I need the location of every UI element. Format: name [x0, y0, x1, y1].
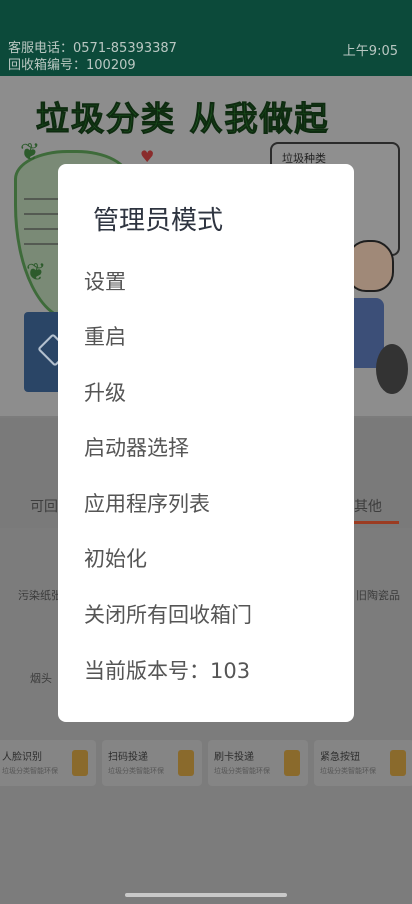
category-other[interactable]: 其他: [354, 496, 382, 516]
service-phone: 客服电话：0571-85393387: [8, 41, 177, 56]
emergency-button[interactable]: 紧急按钮 垃圾分类智能环保: [314, 740, 412, 786]
face-recognition-button[interactable]: 人脸识别 垃圾分类智能环保: [0, 740, 96, 786]
bin-number: 回收箱编号：100209: [8, 58, 136, 73]
phone-icon: [72, 750, 88, 776]
status-time: 上午9:05: [342, 44, 398, 59]
current-version: 当前版本号：103: [84, 659, 251, 683]
phone-icon: [284, 750, 300, 776]
leaf-icon: ❦: [26, 258, 47, 286]
card-swipe-label: 刷卡投递: [214, 752, 254, 763]
poster-title: 垃圾分类 从我做起: [36, 99, 330, 139]
menu-item-app-list[interactable]: 应用程序列表: [84, 488, 210, 518]
card-swipe-sub: 垃圾分类智能环保: [214, 767, 270, 775]
card-swipe-button[interactable]: 刷卡投递 垃圾分类智能环保: [208, 740, 308, 786]
grid-item-polluted-paper[interactable]: 污染纸张: [18, 587, 62, 603]
menu-item-launcher-select[interactable]: 启动器选择: [84, 432, 189, 462]
phone-icon: [178, 750, 194, 776]
phone-icon: [390, 750, 406, 776]
status-bar: 客服电话：0571-85393387 回收箱编号：100209 上午9:05: [0, 0, 412, 76]
grid-item-cigarette[interactable]: 烟头: [30, 670, 52, 686]
dialog-title: 管理员模式: [93, 206, 224, 236]
status-info: 客服电话：0571-85393387 回收箱编号：100209: [8, 40, 177, 74]
trash-bag-illustration: [376, 344, 408, 394]
face-recognition-sub: 垃圾分类智能环保: [2, 767, 58, 775]
menu-item-settings[interactable]: 设置: [84, 266, 126, 296]
leaf-icon: ❦: [20, 138, 41, 166]
home-indicator[interactable]: [125, 893, 287, 897]
emergency-sub: 垃圾分类智能环保: [320, 767, 376, 775]
menu-item-upgrade[interactable]: 升级: [84, 377, 126, 407]
menu-item-close-all-doors[interactable]: 关闭所有回收箱门: [84, 599, 252, 629]
grid-item-old-ceramics[interactable]: 旧陶瓷品: [356, 587, 400, 603]
admin-mode-dialog: 管理员模式 设置 重启 升级 启动器选择 应用程序列表 初始化 关闭所有回收箱门…: [58, 164, 354, 722]
scan-code-button[interactable]: 扫码投递 垃圾分类智能环保: [102, 740, 202, 786]
face-recognition-label: 人脸识别: [2, 752, 42, 763]
scan-code-label: 扫码投递: [108, 752, 148, 763]
emergency-label: 紧急按钮: [320, 752, 360, 763]
scan-code-sub: 垃圾分类智能环保: [108, 767, 164, 775]
menu-item-initialize[interactable]: 初始化: [84, 543, 147, 573]
category-recyclable[interactable]: 可回: [30, 496, 58, 516]
menu-item-restart[interactable]: 重启: [84, 321, 126, 351]
